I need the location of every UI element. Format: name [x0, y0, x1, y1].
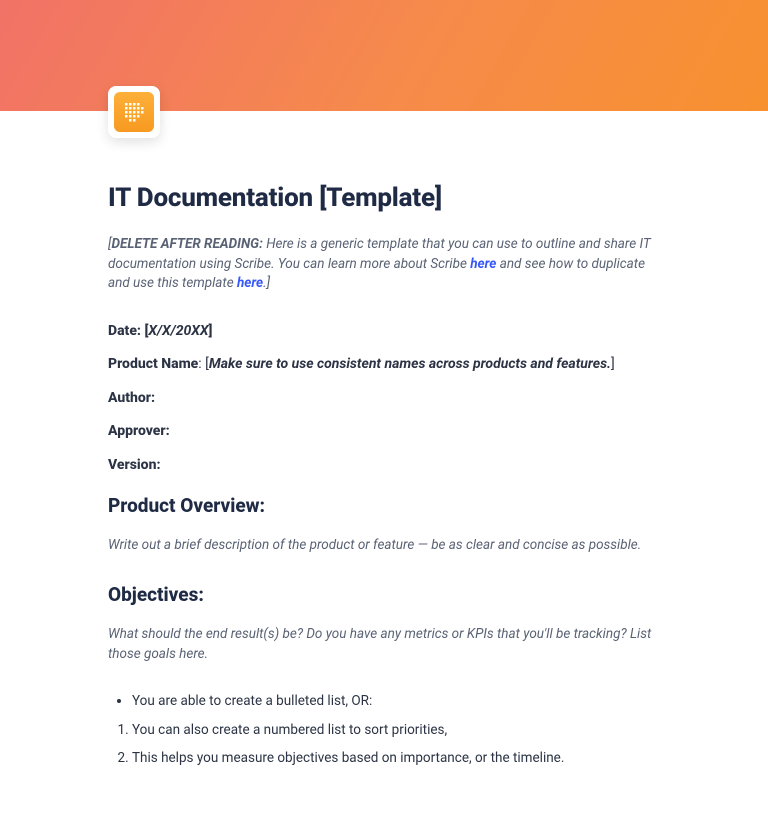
document-body: IT Documentation [Template] [DELETE AFTE…	[0, 111, 768, 817]
duplicate-template-link[interactable]: here	[237, 275, 263, 291]
list-item: You are able to create a bulleted list, …	[132, 692, 660, 710]
grid-icon	[114, 92, 154, 132]
product-close: ]	[611, 356, 615, 372]
product-note: Make sure to use consistent names across…	[209, 356, 611, 372]
author-field: Author:	[108, 389, 660, 409]
date-value: X/X/20XX	[148, 323, 208, 339]
product-label: Product Name	[108, 356, 198, 372]
version-field: Version:	[108, 456, 660, 476]
page-title: IT Documentation [Template]	[108, 183, 660, 213]
list-item: This helps you measure objectives based …	[132, 749, 660, 767]
date-label: Date: [	[108, 323, 148, 339]
product-overview-heading: Product Overview:	[108, 494, 660, 517]
app-icon-card	[108, 86, 160, 138]
banner-gradient	[0, 0, 768, 111]
objectives-desc: What should the end result(s) be? Do you…	[108, 624, 660, 665]
intro-suffix: .]	[263, 275, 270, 291]
date-field: Date: [X/X/20XX]	[108, 322, 660, 342]
objectives-heading: Objectives:	[108, 583, 660, 606]
version-label: Version:	[108, 457, 161, 473]
grid-icon-svg	[123, 101, 145, 123]
date-close: ]	[209, 323, 213, 339]
objectives-bulleted-list: You are able to create a bulleted list, …	[108, 692, 660, 710]
list-item: You can also create a numbered list to s…	[132, 721, 660, 739]
intro-paragraph: [DELETE AFTER READING: Here is a generic…	[108, 235, 660, 294]
objectives-numbered-list: You can also create a numbered list to s…	[108, 721, 660, 767]
product-overview-desc: Write out a brief description of the pro…	[108, 535, 660, 555]
delete-after-reading-label: DELETE AFTER READING:	[111, 236, 262, 252]
approver-label: Approver:	[108, 423, 170, 439]
author-label: Author:	[108, 390, 155, 406]
approver-field: Approver:	[108, 422, 660, 442]
product-name-field: Product Name: [Make sure to use consiste…	[108, 355, 660, 375]
learn-more-link[interactable]: here	[470, 256, 496, 272]
product-brackets: : [	[198, 356, 209, 372]
